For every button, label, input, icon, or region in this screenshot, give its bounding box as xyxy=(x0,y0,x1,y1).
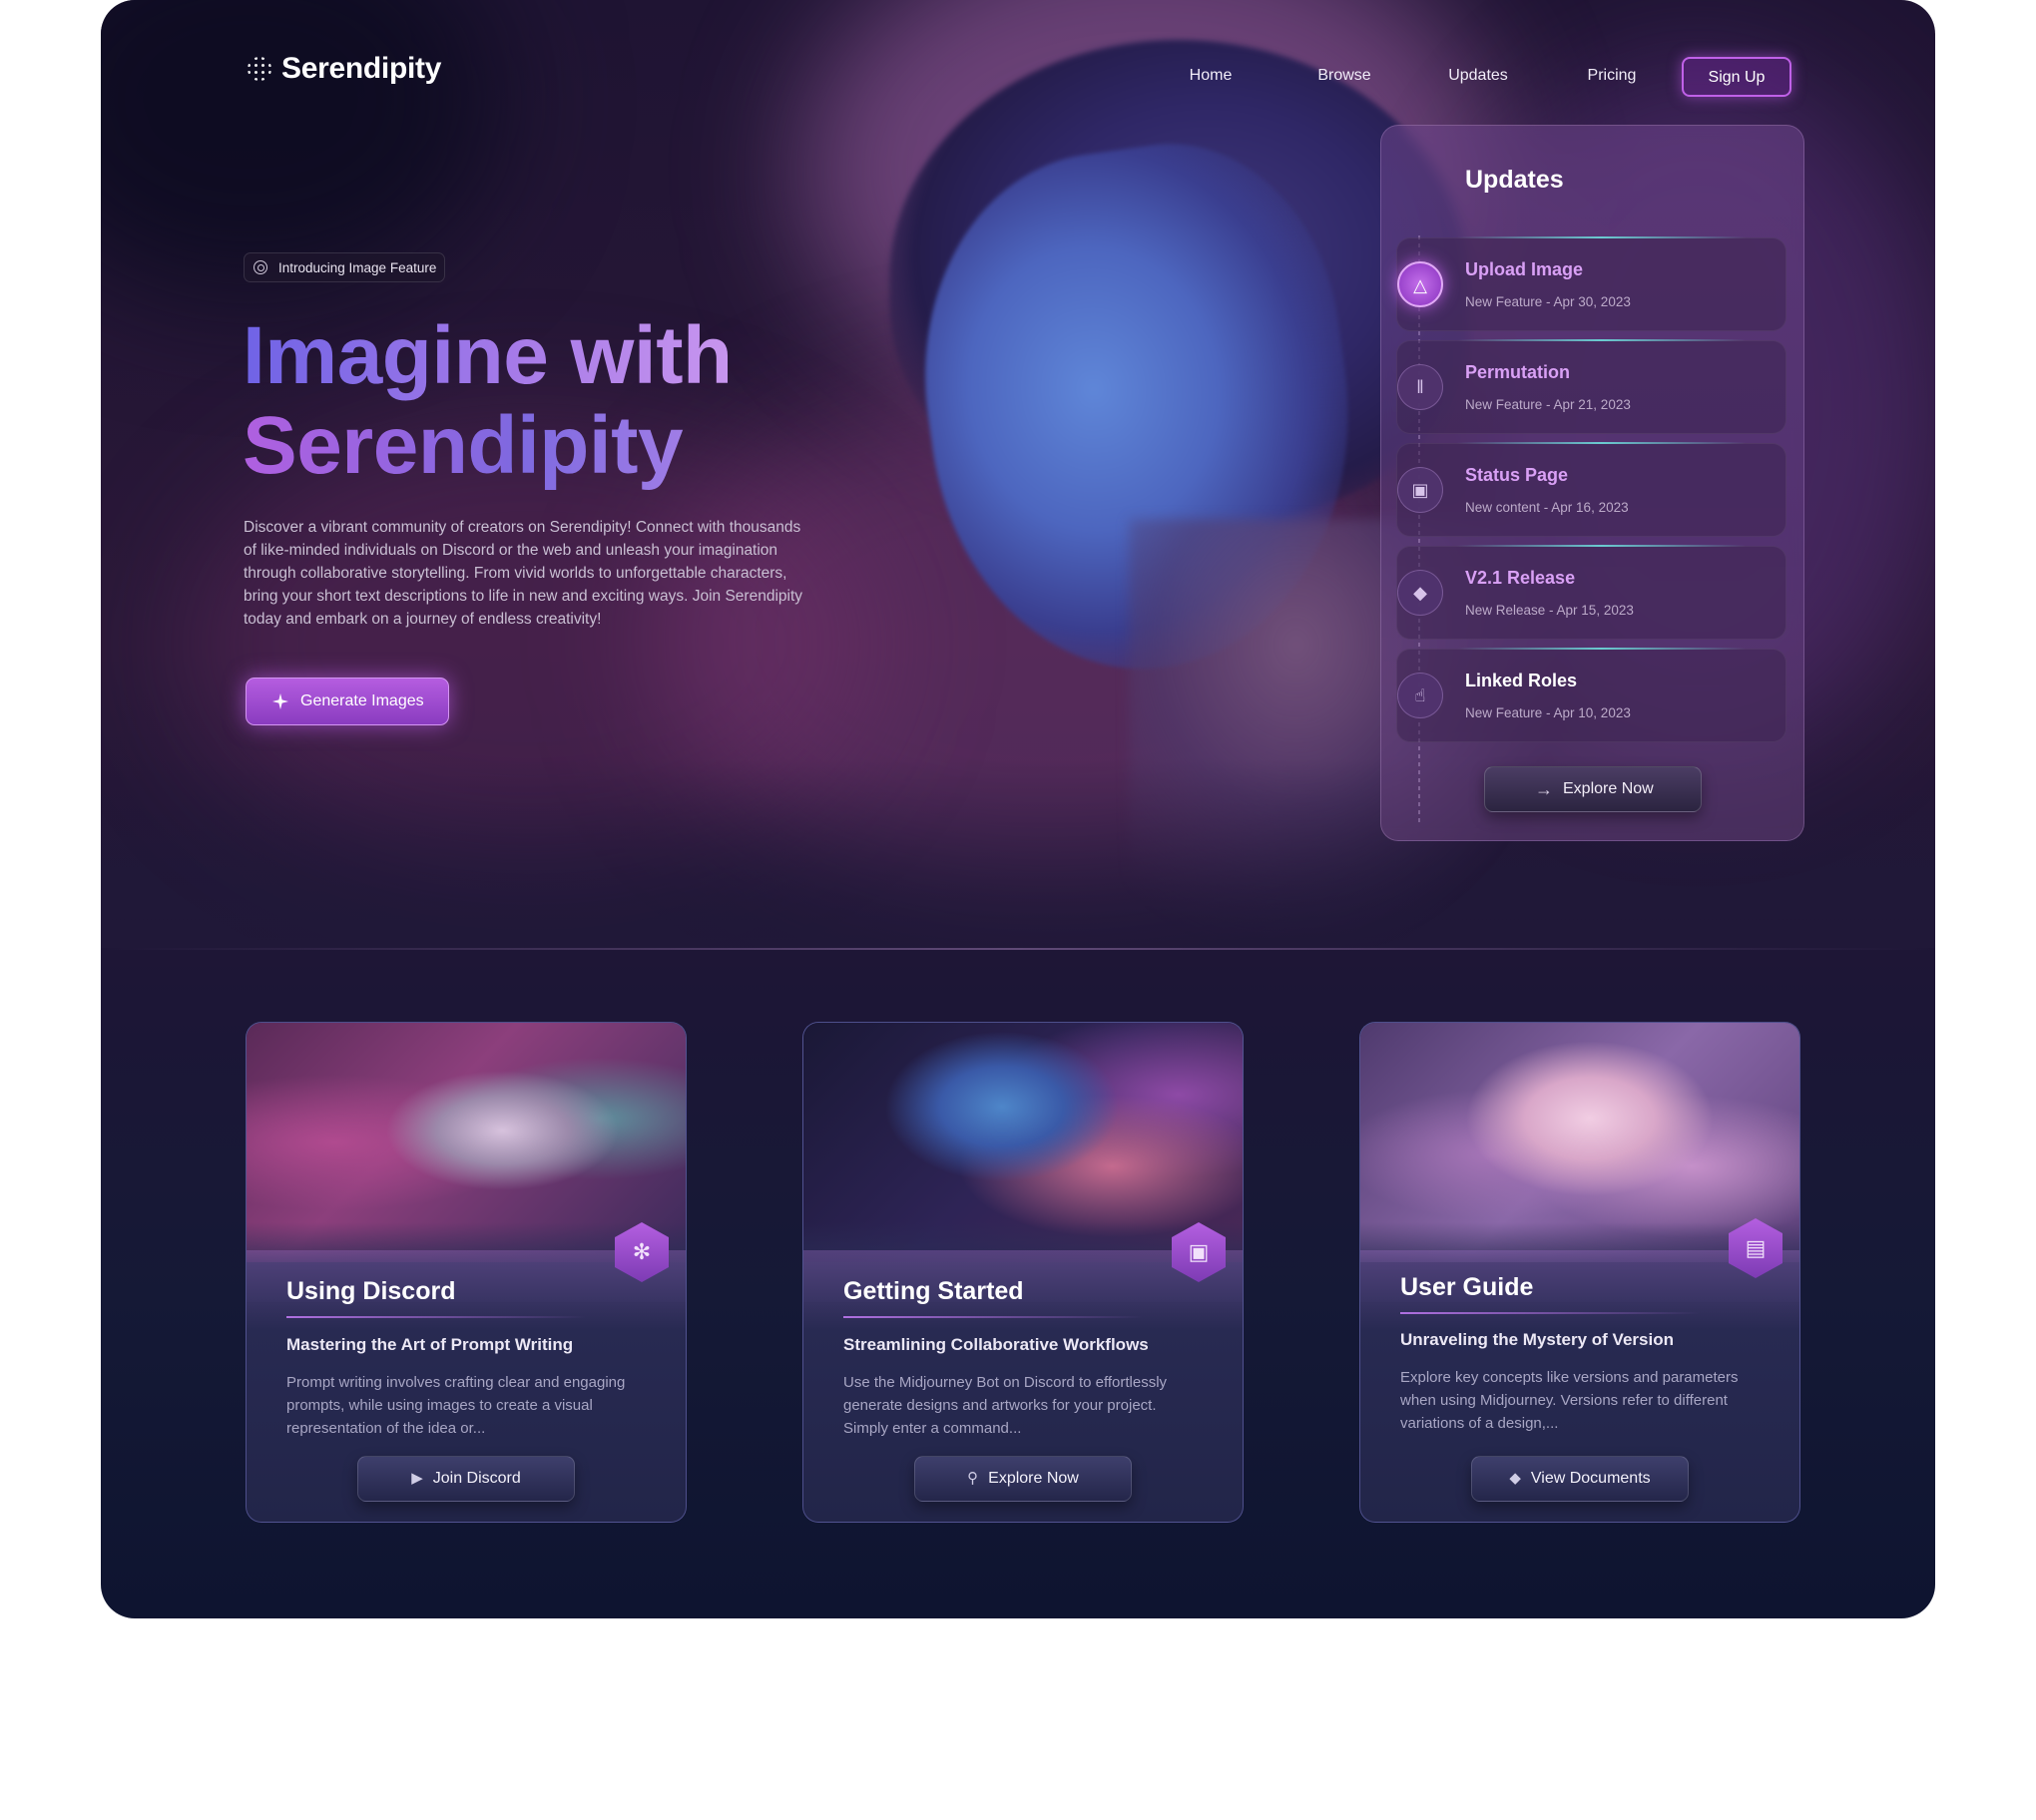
update-title: Upload Image xyxy=(1465,259,1584,279)
cube-icon: ▣ xyxy=(1397,467,1443,513)
update-item[interactable]: ◆ V2.1 Release New Release - Apr 15, 202… xyxy=(1396,545,1786,640)
updates-explore-button[interactable]: → Explore Now xyxy=(1484,766,1702,812)
nav-browse[interactable]: Browse xyxy=(1277,56,1411,96)
explore-now-button[interactable]: ⚲ Explore Now xyxy=(914,1456,1132,1502)
card-getting-started: ▣ Getting Started Streamlining Collabora… xyxy=(802,1022,1244,1523)
card-title: Using Discord xyxy=(286,1277,456,1305)
update-subtitle: New Feature - Apr 30, 2023 xyxy=(1465,294,1631,309)
card-description: Use the Midjourney Bot on Discord to eff… xyxy=(843,1374,1168,1437)
card-subtitle: Mastering the Art of Prompt Writing xyxy=(286,1335,574,1354)
sparkle-icon xyxy=(272,693,288,709)
hero-description: Discover a vibrant community of creators… xyxy=(244,519,803,628)
feature-badge[interactable]: Introducing Image Feature xyxy=(244,252,446,282)
view-documents-button[interactable]: ◆ View Documents xyxy=(1471,1456,1689,1502)
card-description: Prompt writing involves crafting clear a… xyxy=(286,1374,626,1437)
card-subtitle: Unraveling the Mystery of Version xyxy=(1400,1330,1674,1349)
update-title: Linked Roles xyxy=(1465,671,1578,690)
update-item[interactable]: ‖ Permutation New Feature - Apr 21, 2023 xyxy=(1396,339,1786,434)
update-title: Status Page xyxy=(1465,465,1569,485)
nav-pricing[interactable]: Pricing xyxy=(1545,56,1679,96)
updates-panel: Updates △ Upload Image New Feature - Apr… xyxy=(1380,125,1804,841)
brand-logo[interactable]: Serendipity xyxy=(246,52,441,86)
nav-home[interactable]: Home xyxy=(1144,56,1277,96)
section-divider xyxy=(101,948,1935,950)
logo-dots-icon xyxy=(246,55,273,83)
search-icon: ⚲ xyxy=(967,1470,979,1487)
brand-name: Serendipity xyxy=(281,52,442,85)
update-subtitle: New Feature - Apr 21, 2023 xyxy=(1465,397,1631,412)
view-documents-label: View Documents xyxy=(1530,1470,1651,1487)
feature-badge-label: Introducing Image Feature xyxy=(278,260,437,275)
card-title: User Guide xyxy=(1400,1273,1534,1301)
updates-explore-label: Explore Now xyxy=(1563,780,1654,797)
layers-icon: ◆ xyxy=(1397,570,1443,616)
join-discord-label: Join Discord xyxy=(432,1470,521,1487)
upload-icon: △ xyxy=(1397,261,1443,307)
update-item[interactable]: ☝ Linked Roles New Feature - Apr 10, 202… xyxy=(1396,648,1786,742)
update-item[interactable]: ▣ Status Page New content - Apr 16, 2023 xyxy=(1396,442,1786,537)
arrow-right-icon: → xyxy=(1535,779,1553,799)
headline-line-2: Serendipity xyxy=(243,401,861,491)
update-title: Permutation xyxy=(1465,362,1571,382)
app-frame: Serendipity Home Browse Updates Pricing … xyxy=(101,0,1935,1618)
explore-now-label: Explore Now xyxy=(988,1470,1079,1487)
updates-title: Updates xyxy=(1465,166,1564,194)
card-title: Getting Started xyxy=(843,1277,1024,1305)
card-subtitle: Streamlining Collaborative Workflows xyxy=(843,1335,1149,1354)
card-divider xyxy=(1400,1312,1700,1314)
layers-icon: ◆ xyxy=(1509,1470,1521,1487)
join-discord-button[interactable]: ▶ Join Discord xyxy=(357,1456,575,1502)
hero-headline: Imagine with Serendipity xyxy=(243,311,861,491)
nav-updates[interactable]: Updates xyxy=(1411,56,1545,96)
card-divider xyxy=(286,1316,586,1318)
update-subtitle: New Release - Apr 15, 2023 xyxy=(1465,603,1634,618)
update-title: V2.1 Release xyxy=(1465,568,1576,588)
main-nav: Home Browse Updates Pricing xyxy=(1144,56,1679,96)
pointer-icon: ☝ xyxy=(1397,673,1443,718)
sign-up-button[interactable]: Sign Up xyxy=(1682,57,1791,97)
headline-line-1: Imagine with xyxy=(243,311,861,401)
card-using-discord: ✻ Using Discord Mastering the Art of Pro… xyxy=(246,1022,687,1523)
generate-images-label: Generate Images xyxy=(300,692,424,709)
update-subtitle: New Feature - Apr 10, 2023 xyxy=(1465,705,1631,720)
update-item[interactable]: △ Upload Image New Feature - Apr 30, 202… xyxy=(1396,236,1786,331)
generate-images-button[interactable]: Generate Images xyxy=(246,678,449,725)
target-icon xyxy=(254,260,267,274)
play-circle-icon: ▶ xyxy=(411,1470,423,1487)
waveform-icon: ‖ xyxy=(1397,364,1443,410)
card-user-guide: ▤ User Guide Unraveling the Mystery of V… xyxy=(1359,1022,1800,1523)
card-divider xyxy=(843,1316,1143,1318)
update-subtitle: New content - Apr 16, 2023 xyxy=(1465,500,1629,515)
card-description: Explore key concepts like versions and p… xyxy=(1400,1369,1739,1432)
